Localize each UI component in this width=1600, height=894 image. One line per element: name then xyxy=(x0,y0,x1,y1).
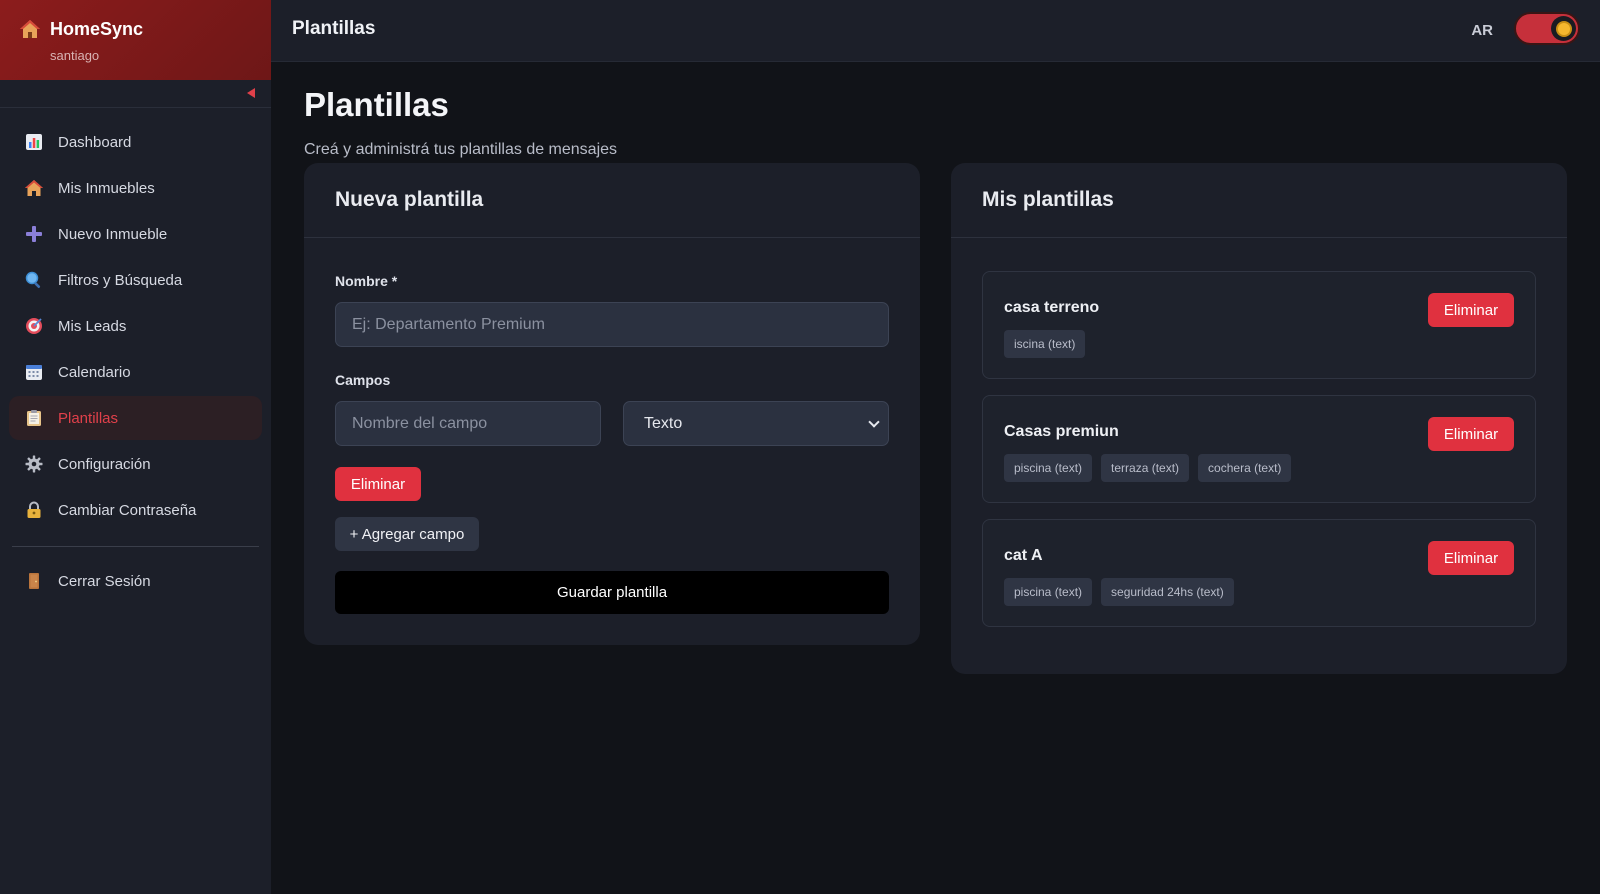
sidebar-item-mis-inmuebles[interactable]: Mis Inmuebles xyxy=(9,166,262,210)
field-tag: seguridad 24hs (text) xyxy=(1101,578,1234,606)
sidebar-item-cambiar-contrasena[interactable]: Cambiar Contraseña xyxy=(9,488,262,532)
sidebar-item-filtros[interactable]: Filtros y Búsqueda xyxy=(9,258,262,302)
sidebar-item-label: Nuevo Inmueble xyxy=(58,225,168,243)
house-logo-icon xyxy=(18,18,42,40)
my-templates-card: Mis plantillas casa terreno iscina (text… xyxy=(951,163,1567,674)
name-label: Nombre * xyxy=(335,273,398,289)
template-tags: piscina (text) terraza (text) cochera (t… xyxy=(1004,454,1292,482)
locale-indicator: AR xyxy=(1471,22,1493,39)
sidebar-item-label: Mis Inmuebles xyxy=(58,179,155,197)
sidebar-item-dashboard[interactable]: Dashboard xyxy=(9,120,262,164)
lock-icon xyxy=(24,500,44,520)
delete-template-button[interactable]: Eliminar xyxy=(1428,417,1514,451)
sidebar-item-cerrar-sesion[interactable]: Cerrar Sesión xyxy=(9,559,262,603)
field-tag: iscina (text) xyxy=(1004,330,1086,358)
sun-icon xyxy=(1557,22,1570,35)
house-icon xyxy=(24,178,44,198)
page-title: Plantillas xyxy=(304,86,449,123)
theme-toggle[interactable] xyxy=(1514,12,1580,45)
sidebar-item-mis-leads[interactable]: Mis Leads xyxy=(9,304,262,348)
chevron-down-icon xyxy=(868,416,880,428)
remove-field-button[interactable]: Eliminar xyxy=(335,467,421,501)
save-template-button[interactable]: Guardar plantilla xyxy=(335,571,889,614)
nav-divider xyxy=(12,546,259,547)
new-template-card: Nueva plantilla Nombre * Campos Texto El… xyxy=(304,163,920,645)
fields-label: Campos xyxy=(335,372,391,388)
delete-template-button[interactable]: Eliminar xyxy=(1428,541,1514,575)
template-tags: iscina (text) xyxy=(1004,330,1086,358)
sidebar-item-calendario[interactable]: Calendario xyxy=(9,350,262,394)
sidebar-item-plantillas[interactable]: Plantillas xyxy=(9,396,262,440)
template-item: cat A piscina (text) seguridad 24hs (tex… xyxy=(982,519,1536,627)
target-icon xyxy=(24,316,44,336)
template-name: Casas premiun xyxy=(1004,423,1119,440)
sidebar-item-label: Plantillas xyxy=(58,409,119,427)
topbar-title: Plantillas xyxy=(292,18,376,39)
chart-icon xyxy=(24,132,44,152)
brand-header: HomeSync santiago xyxy=(0,0,271,80)
collapse-sidebar-icon[interactable] xyxy=(247,88,255,98)
app-name: HomeSync xyxy=(50,18,144,39)
template-item: Casas premiun piscina (text) terraza (te… xyxy=(982,395,1536,503)
add-field-button[interactable]: + Agregar campo xyxy=(335,517,479,551)
sidebar-item-label: Filtros y Búsqueda xyxy=(58,271,183,289)
sidebar: HomeSync santiago Dashboard Mis Inmueble… xyxy=(0,0,271,894)
calendar-icon xyxy=(24,362,44,382)
sidebar-item-label: Mis Leads xyxy=(58,317,127,335)
sidebar-item-configuracion[interactable]: Configuración xyxy=(9,442,262,486)
sidebar-nav: Dashboard Mis Inmuebles Nuevo Inmueble F… xyxy=(0,108,271,603)
my-templates-title: Mis plantillas xyxy=(951,163,1567,238)
sidebar-item-label: Calendario xyxy=(58,363,131,381)
field-name-input[interactable] xyxy=(335,401,601,446)
plus-icon xyxy=(24,224,44,244)
delete-template-button[interactable]: Eliminar xyxy=(1428,293,1514,327)
current-user: santiago xyxy=(50,48,100,63)
sidebar-item-label: Dashboard xyxy=(58,133,132,151)
field-tag: cochera (text) xyxy=(1198,454,1292,482)
template-name: casa terreno xyxy=(1004,299,1100,316)
topbar: Plantillas AR xyxy=(271,0,1600,62)
clipboard-icon xyxy=(24,408,44,428)
sidebar-item-label: Cerrar Sesión xyxy=(58,572,151,590)
sidebar-item-label: Cambiar Contraseña xyxy=(58,501,197,519)
template-tags: piscina (text) seguridad 24hs (text) xyxy=(1004,578,1234,606)
new-template-title: Nueva plantilla xyxy=(304,163,920,238)
page-subtitle: Creá y administrá tus plantillas de mens… xyxy=(304,141,618,158)
toggle-knob xyxy=(1551,16,1576,41)
template-name: cat A xyxy=(1004,547,1043,564)
collapse-bar xyxy=(0,80,271,108)
template-item: casa terreno iscina (text) Eliminar xyxy=(982,271,1536,379)
gear-icon xyxy=(24,454,44,474)
sidebar-item-label: Configuración xyxy=(58,455,151,473)
template-name-input[interactable] xyxy=(335,302,889,347)
door-icon xyxy=(24,571,44,591)
field-type-value: Texto xyxy=(644,414,683,432)
field-tag: piscina (text) xyxy=(1004,454,1093,482)
magnifier-icon xyxy=(24,270,44,290)
field-type-select[interactable]: Texto xyxy=(623,401,889,446)
sidebar-item-nuevo-inmueble[interactable]: Nuevo Inmueble xyxy=(9,212,262,256)
field-tag: terraza (text) xyxy=(1101,454,1190,482)
field-tag: piscina (text) xyxy=(1004,578,1093,606)
